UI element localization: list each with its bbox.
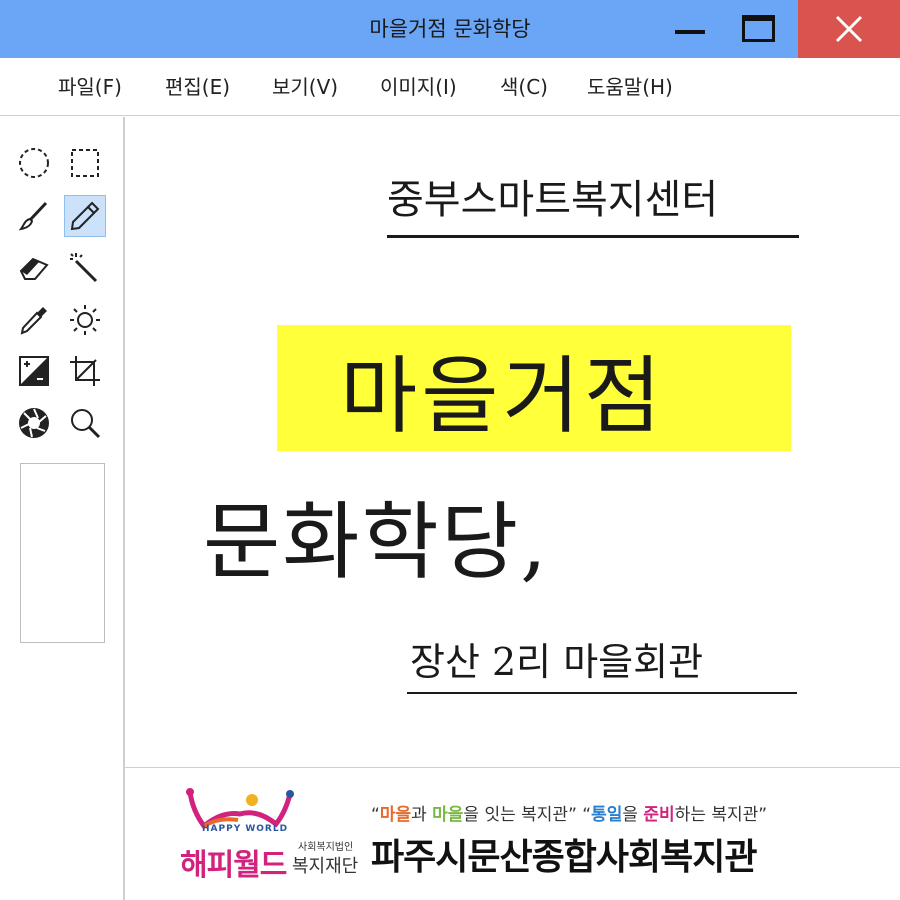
color-swatch-panel[interactable] bbox=[20, 463, 105, 643]
close-icon bbox=[835, 15, 863, 43]
tool-aperture[interactable] bbox=[13, 402, 55, 444]
headline-line-1: 마을거점 bbox=[340, 347, 666, 445]
crop-icon bbox=[70, 356, 100, 386]
slogan-word: 마을 bbox=[432, 805, 464, 825]
slogan-text: 을 잇는 복지관” “ bbox=[463, 805, 592, 825]
tool-color-picker[interactable] bbox=[13, 299, 55, 341]
tool-eraser[interactable] bbox=[13, 247, 55, 289]
slogan-text: 하는 복지관” bbox=[674, 805, 768, 825]
slogan-word: 마을 bbox=[379, 805, 412, 825]
tool-brush[interactable] bbox=[13, 195, 55, 237]
slogan-quote: “ bbox=[371, 805, 380, 825]
menu-edit[interactable]: 편집(E) bbox=[165, 58, 230, 116]
logo-english-text: HAPPY WORLD bbox=[202, 824, 289, 834]
color-picker-icon bbox=[20, 307, 47, 335]
footer-banner: HAPPY WORLD 해피월드 사회복지법인 복지재단 “마을과 마을을 잇는… bbox=[125, 767, 900, 900]
happy-world-logo: HAPPY WORLD 해피월드 사회복지법인 복지재단 bbox=[180, 786, 370, 886]
maximize-button[interactable] bbox=[725, 0, 795, 58]
tool-rect-select[interactable] bbox=[64, 142, 106, 184]
tool-ellipse-select[interactable] bbox=[13, 142, 55, 184]
center-name-underline bbox=[387, 235, 799, 238]
tool-panel bbox=[0, 117, 125, 900]
tool-pencil[interactable] bbox=[64, 195, 106, 237]
slogan: “마을과 마을을 잇는 복지관” “통일을 준비하는 복지관” bbox=[371, 800, 767, 825]
tool-brightness[interactable] bbox=[64, 299, 106, 341]
aperture-icon bbox=[19, 408, 49, 438]
foundation-name-text: 복지재단 bbox=[292, 856, 359, 877]
menu-image[interactable]: 이미지(I) bbox=[380, 58, 457, 116]
logo-korean-text: 해피월드 bbox=[180, 848, 287, 883]
place-text: 장산 2리 마을회관 bbox=[410, 640, 704, 684]
magic-wand-icon bbox=[70, 253, 98, 283]
zoom-icon bbox=[71, 409, 101, 439]
image-canvas[interactable]: 중부스마트복지센터 마을거점 문화학당, 장산 2리 마을회관 bbox=[125, 117, 900, 767]
tool-zoom[interactable] bbox=[64, 402, 106, 444]
menu-bar: 파일(F) 편집(E) 보기(V) 이미지(I) 색(C) 도움말(H) bbox=[0, 58, 900, 116]
foundation-type-text: 사회복지법인 bbox=[298, 842, 354, 853]
brush-icon bbox=[18, 201, 48, 231]
title-bar: 마을거점 문화학당 bbox=[0, 0, 900, 58]
organization-name: 파주시문산종합사회복지관 bbox=[371, 837, 757, 878]
tool-magic-wand[interactable] bbox=[64, 247, 106, 289]
center-name-text: 중부스마트복지센터 bbox=[387, 177, 719, 223]
maximize-icon bbox=[742, 15, 775, 42]
menu-color[interactable]: 색(C) bbox=[500, 58, 548, 116]
menu-view[interactable]: 보기(V) bbox=[272, 58, 338, 116]
slogan-word: 준비 bbox=[643, 805, 675, 825]
minimize-button[interactable] bbox=[655, 0, 725, 58]
menu-help[interactable]: 도움말(H) bbox=[587, 58, 673, 116]
headline-line-2: 문화학당, bbox=[203, 493, 549, 591]
slogan-text: 과 bbox=[411, 805, 433, 825]
place-underline bbox=[407, 692, 797, 694]
slogan-text: 을 bbox=[622, 805, 644, 825]
tool-crop[interactable] bbox=[64, 350, 106, 392]
ellipse-select-icon bbox=[19, 148, 49, 178]
rect-select-icon bbox=[71, 149, 99, 177]
close-button[interactable] bbox=[798, 0, 900, 58]
eraser-icon bbox=[19, 257, 49, 280]
minimize-icon bbox=[675, 30, 705, 34]
brightness-icon bbox=[70, 305, 100, 335]
contrast-icon bbox=[19, 356, 49, 386]
menu-file[interactable]: 파일(F) bbox=[58, 58, 122, 116]
tool-contrast[interactable] bbox=[13, 350, 55, 392]
pencil-icon bbox=[70, 201, 100, 231]
slogan-word: 통일 bbox=[591, 805, 623, 825]
